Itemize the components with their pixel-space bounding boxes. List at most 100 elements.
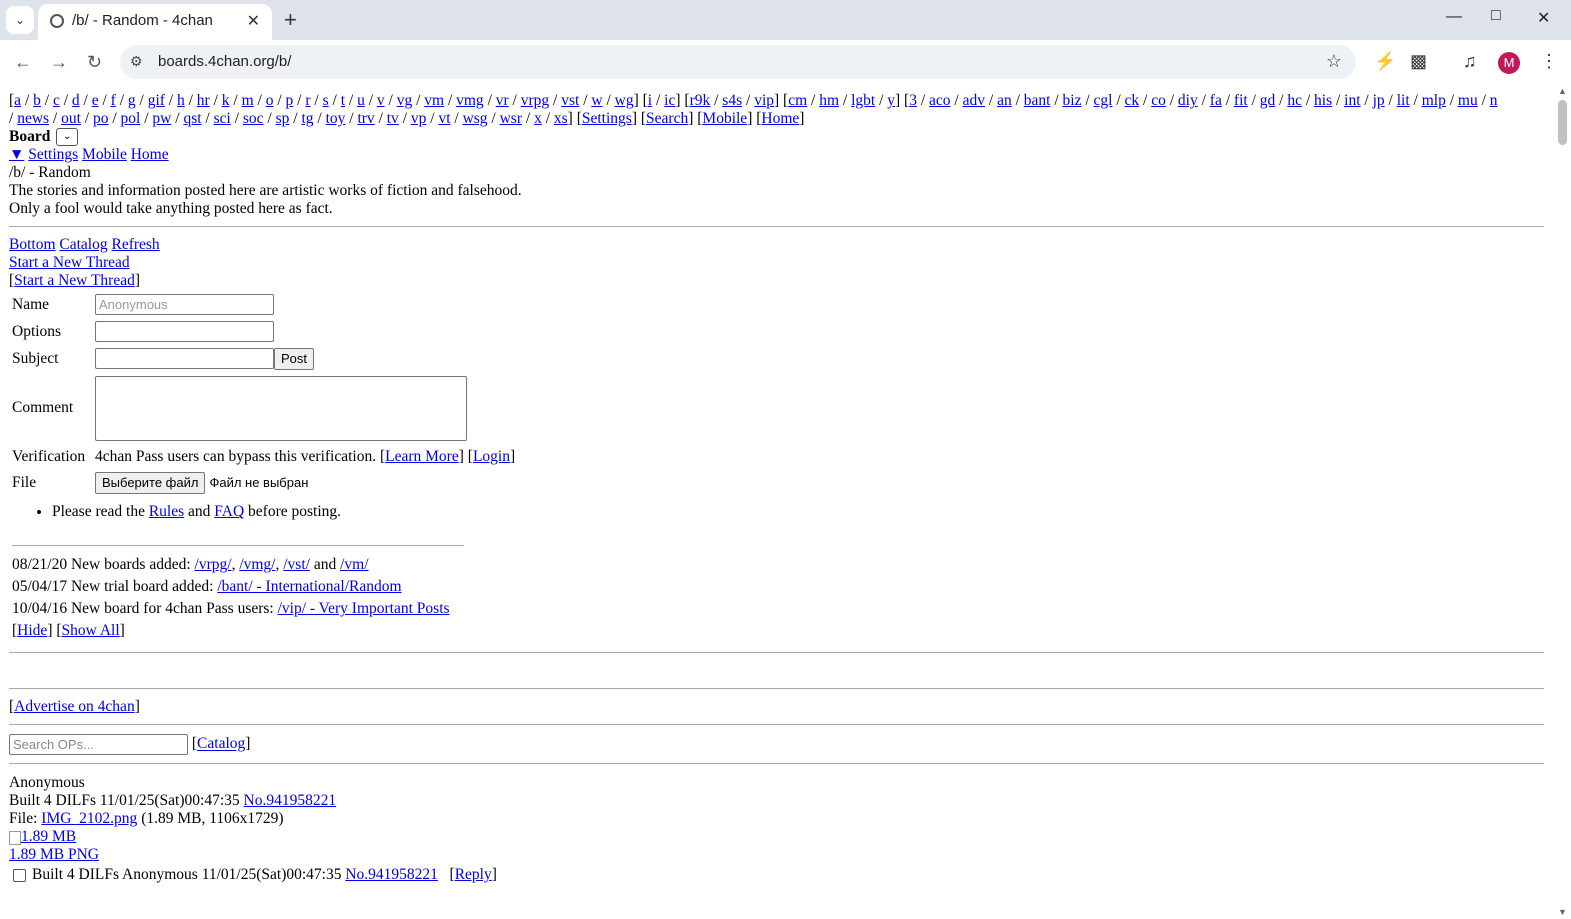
home-link[interactable]: Home bbox=[131, 146, 169, 163]
maximize-icon[interactable]: □ bbox=[1491, 7, 1501, 25]
profile-avatar[interactable]: M bbox=[1498, 52, 1520, 74]
settings-link[interactable]: Settings bbox=[28, 146, 78, 163]
board-link-settings[interactable]: Settings bbox=[582, 110, 632, 127]
board-link-soc[interactable]: soc bbox=[243, 110, 264, 127]
board-link-x[interactable]: x bbox=[534, 110, 542, 127]
reload-icon[interactable]: ↻ bbox=[87, 52, 102, 73]
scrollbar-thumb[interactable] bbox=[1558, 100, 1567, 145]
board-link-hc[interactable]: hc bbox=[1287, 92, 1302, 109]
window-close-icon[interactable]: ✕ bbox=[1537, 8, 1550, 28]
board-link-adv[interactable]: adv bbox=[963, 92, 985, 109]
board-link-mobile[interactable]: Mobile bbox=[702, 110, 747, 127]
board-link-vt[interactable]: vt bbox=[438, 110, 450, 127]
board-link-trv[interactable]: trv bbox=[357, 110, 374, 127]
board-link-out[interactable]: out bbox=[61, 110, 81, 127]
board-link-co[interactable]: co bbox=[1151, 92, 1166, 109]
board-link-h[interactable]: h bbox=[177, 92, 185, 109]
board-link-tv[interactable]: tv bbox=[387, 110, 399, 127]
back-arrow-icon[interactable]: ← bbox=[14, 52, 32, 73]
board-link-vmg[interactable]: vmg bbox=[456, 92, 484, 109]
board-link-w[interactable]: w bbox=[591, 92, 602, 109]
board-link-vip[interactable]: vip bbox=[754, 92, 774, 109]
board-link-hr[interactable]: hr bbox=[197, 92, 210, 109]
board-link-search[interactable]: Search bbox=[646, 110, 688, 127]
site-info-icon[interactable]: ⚙ bbox=[130, 53, 143, 70]
new-tab-plus-icon[interactable]: + bbox=[284, 7, 297, 33]
board-link-v[interactable]: v bbox=[377, 92, 385, 109]
board-link-m[interactable]: m bbox=[242, 92, 254, 109]
board-link-wsr[interactable]: wsr bbox=[500, 110, 522, 127]
board-link-gd[interactable]: gd bbox=[1260, 92, 1276, 109]
name-input[interactable]: Anonymous bbox=[95, 294, 274, 316]
board-link-c[interactable]: c bbox=[53, 92, 60, 109]
op-thumbnail-caption-link[interactable]: 1.89 MB PNG bbox=[9, 846, 99, 863]
toggle-triangle-link[interactable]: ▼ bbox=[9, 146, 24, 163]
board-link-g[interactable]: g bbox=[128, 92, 136, 109]
rules-link[interactable]: Rules bbox=[149, 503, 184, 520]
refresh-link[interactable]: Refresh bbox=[111, 236, 159, 253]
board-link-vrpg[interactable]: vrpg bbox=[521, 92, 549, 109]
news-link-vrpg[interactable]: /vrpg/ bbox=[195, 556, 232, 573]
bottom-link[interactable]: Bottom bbox=[9, 236, 56, 253]
start-thread-link[interactable]: Start a New Thread bbox=[9, 254, 130, 271]
board-link-mu[interactable]: mu bbox=[1458, 92, 1478, 109]
start-thread-bracket-link[interactable]: Start a New Thread bbox=[14, 272, 135, 289]
board-link-fa[interactable]: fa bbox=[1210, 92, 1222, 109]
bookmark-star-icon[interactable]: ☆ bbox=[1326, 51, 1342, 72]
board-link-y[interactable]: y bbox=[887, 92, 895, 109]
board-link-s4s[interactable]: s4s bbox=[722, 92, 742, 109]
board-link-ck[interactable]: ck bbox=[1125, 92, 1140, 109]
catalog-bracket-link[interactable]: Catalog bbox=[197, 736, 245, 753]
board-link-vst[interactable]: vst bbox=[561, 92, 579, 109]
board-link-u[interactable]: u bbox=[357, 92, 365, 109]
learn-more-link[interactable]: Learn More bbox=[385, 448, 459, 465]
forward-arrow-icon[interactable]: → bbox=[50, 52, 68, 73]
op-post-number-link-2[interactable]: No.941958221 bbox=[345, 866, 438, 883]
options-input[interactable] bbox=[95, 321, 274, 343]
board-link-bant[interactable]: bant bbox=[1024, 92, 1051, 109]
board-link-fit[interactable]: fit bbox=[1234, 92, 1248, 109]
board-link-diy[interactable]: diy bbox=[1178, 92, 1198, 109]
board-link-xs[interactable]: xs bbox=[554, 110, 568, 127]
board-link-mlp[interactable]: mlp bbox=[1422, 92, 1446, 109]
board-link-pw[interactable]: pw bbox=[152, 110, 171, 127]
kebab-menu-icon[interactable]: ⋮ bbox=[1540, 51, 1558, 72]
board-link-vm[interactable]: vm bbox=[424, 92, 444, 109]
board-link-wsg[interactable]: wsg bbox=[463, 110, 488, 127]
board-select-dropdown[interactable]: ⌄ bbox=[56, 128, 79, 147]
board-link-r9k[interactable]: r9k bbox=[690, 92, 711, 109]
news-link-vm[interactable]: /vm/ bbox=[340, 556, 368, 573]
hide-news-link[interactable]: Hide bbox=[17, 622, 47, 639]
scroll-down-icon[interactable]: ▼ bbox=[1558, 907, 1567, 917]
news-link-vip[interactable]: /vip/ - Very Important Posts bbox=[278, 600, 450, 617]
board-link-biz[interactable]: biz bbox=[1063, 92, 1082, 109]
advertise-link[interactable]: Advertise on 4chan bbox=[14, 698, 135, 715]
board-link-k[interactable]: k bbox=[222, 92, 230, 109]
search-ops-input[interactable]: Search OPs... bbox=[9, 734, 188, 756]
mobile-link[interactable]: Mobile bbox=[82, 146, 127, 163]
board-link-pol[interactable]: pol bbox=[121, 110, 141, 127]
browser-tab[interactable]: /b/ - Random - 4chan ✕ bbox=[38, 4, 272, 40]
board-link-sci[interactable]: sci bbox=[214, 110, 231, 127]
board-link-int[interactable]: int bbox=[1344, 92, 1360, 109]
board-link-home[interactable]: Home bbox=[761, 110, 799, 127]
news-link-bant[interactable]: /bant/ - International/Random bbox=[217, 578, 401, 595]
board-link-wg[interactable]: wg bbox=[615, 92, 634, 109]
reply-link[interactable]: Reply bbox=[455, 866, 492, 883]
board-link-an[interactable]: an bbox=[997, 92, 1012, 109]
board-link-news[interactable]: news bbox=[17, 110, 49, 127]
post-button[interactable]: Post bbox=[274, 347, 315, 370]
board-link-gif[interactable]: gif bbox=[148, 92, 165, 109]
tab-search-chevron-icon[interactable]: ⌄ bbox=[6, 6, 34, 34]
op-thumbnail-link[interactable]: 1.89 MB bbox=[21, 828, 76, 845]
board-link-hm[interactable]: hm bbox=[819, 92, 839, 109]
tab-close-icon[interactable]: ✕ bbox=[247, 11, 260, 31]
board-link-po[interactable]: po bbox=[93, 110, 109, 127]
board-link-n[interactable]: n bbox=[1490, 92, 1498, 109]
news-link-vmg[interactable]: /vmg/ bbox=[239, 556, 275, 573]
scroll-up-icon[interactable]: ▲ bbox=[1558, 86, 1567, 96]
board-link-vr[interactable]: vr bbox=[496, 92, 509, 109]
board-link-qst[interactable]: qst bbox=[183, 110, 201, 127]
board-link-e[interactable]: e bbox=[92, 92, 99, 109]
show-all-news-link[interactable]: Show All bbox=[62, 622, 120, 639]
